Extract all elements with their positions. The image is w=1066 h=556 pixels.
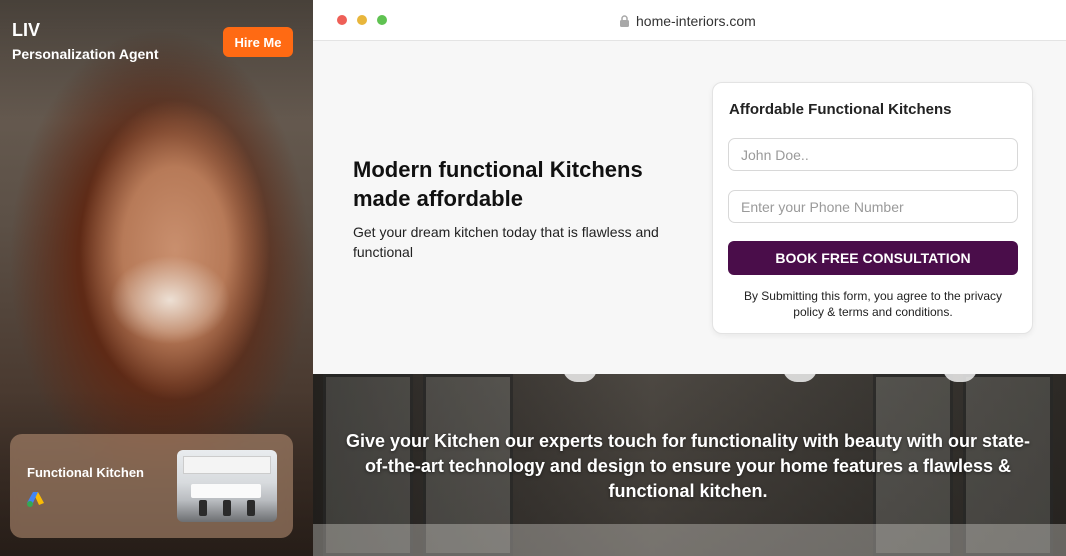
name-input[interactable] (728, 138, 1018, 171)
hero-title: Modern functional Kitchens made affordab… (353, 157, 643, 211)
ad-card[interactable]: Functional Kitchen (10, 434, 293, 538)
phone-input[interactable] (728, 190, 1018, 223)
hire-me-button[interactable]: Hire Me (223, 27, 293, 57)
kitchen-thumbnail (177, 450, 277, 522)
form-disclaimer: By Submitting this form, you agree to th… (743, 289, 1003, 319)
close-window-dot[interactable] (337, 15, 347, 25)
maximize-window-dot[interactable] (377, 15, 387, 25)
consultation-form: Affordable Functional Kitchens BOOK FREE… (712, 82, 1033, 334)
google-ads-icon (27, 492, 44, 507)
agent-panel: LIV Personalization Agent Hire Me Functi… (0, 0, 313, 556)
banner-text: Give your Kitchen our experts touch for … (345, 431, 1031, 501)
lock-icon (620, 15, 629, 27)
agent-name: LIV (12, 20, 41, 40)
form-title: Affordable Functional Kitchens (729, 101, 952, 118)
browser-window: home-interiors.com Modern functional Kit… (313, 0, 1066, 556)
url-text: home-interiors.com (636, 13, 756, 29)
hero-subtitle: Get your dream kitchen today that is fla… (353, 224, 659, 260)
ad-card-title: Functional Kitchen (27, 465, 144, 480)
minimize-window-dot[interactable] (357, 15, 367, 25)
kitchen-banner: Give your Kitchen our experts touch for … (313, 374, 1066, 556)
agent-role: Personalization Agent (12, 46, 159, 62)
browser-titlebar: home-interiors.com (313, 0, 1066, 41)
address-bar[interactable]: home-interiors.com (619, 11, 756, 31)
book-consultation-button[interactable]: BOOK FREE CONSULTATION (728, 241, 1018, 275)
